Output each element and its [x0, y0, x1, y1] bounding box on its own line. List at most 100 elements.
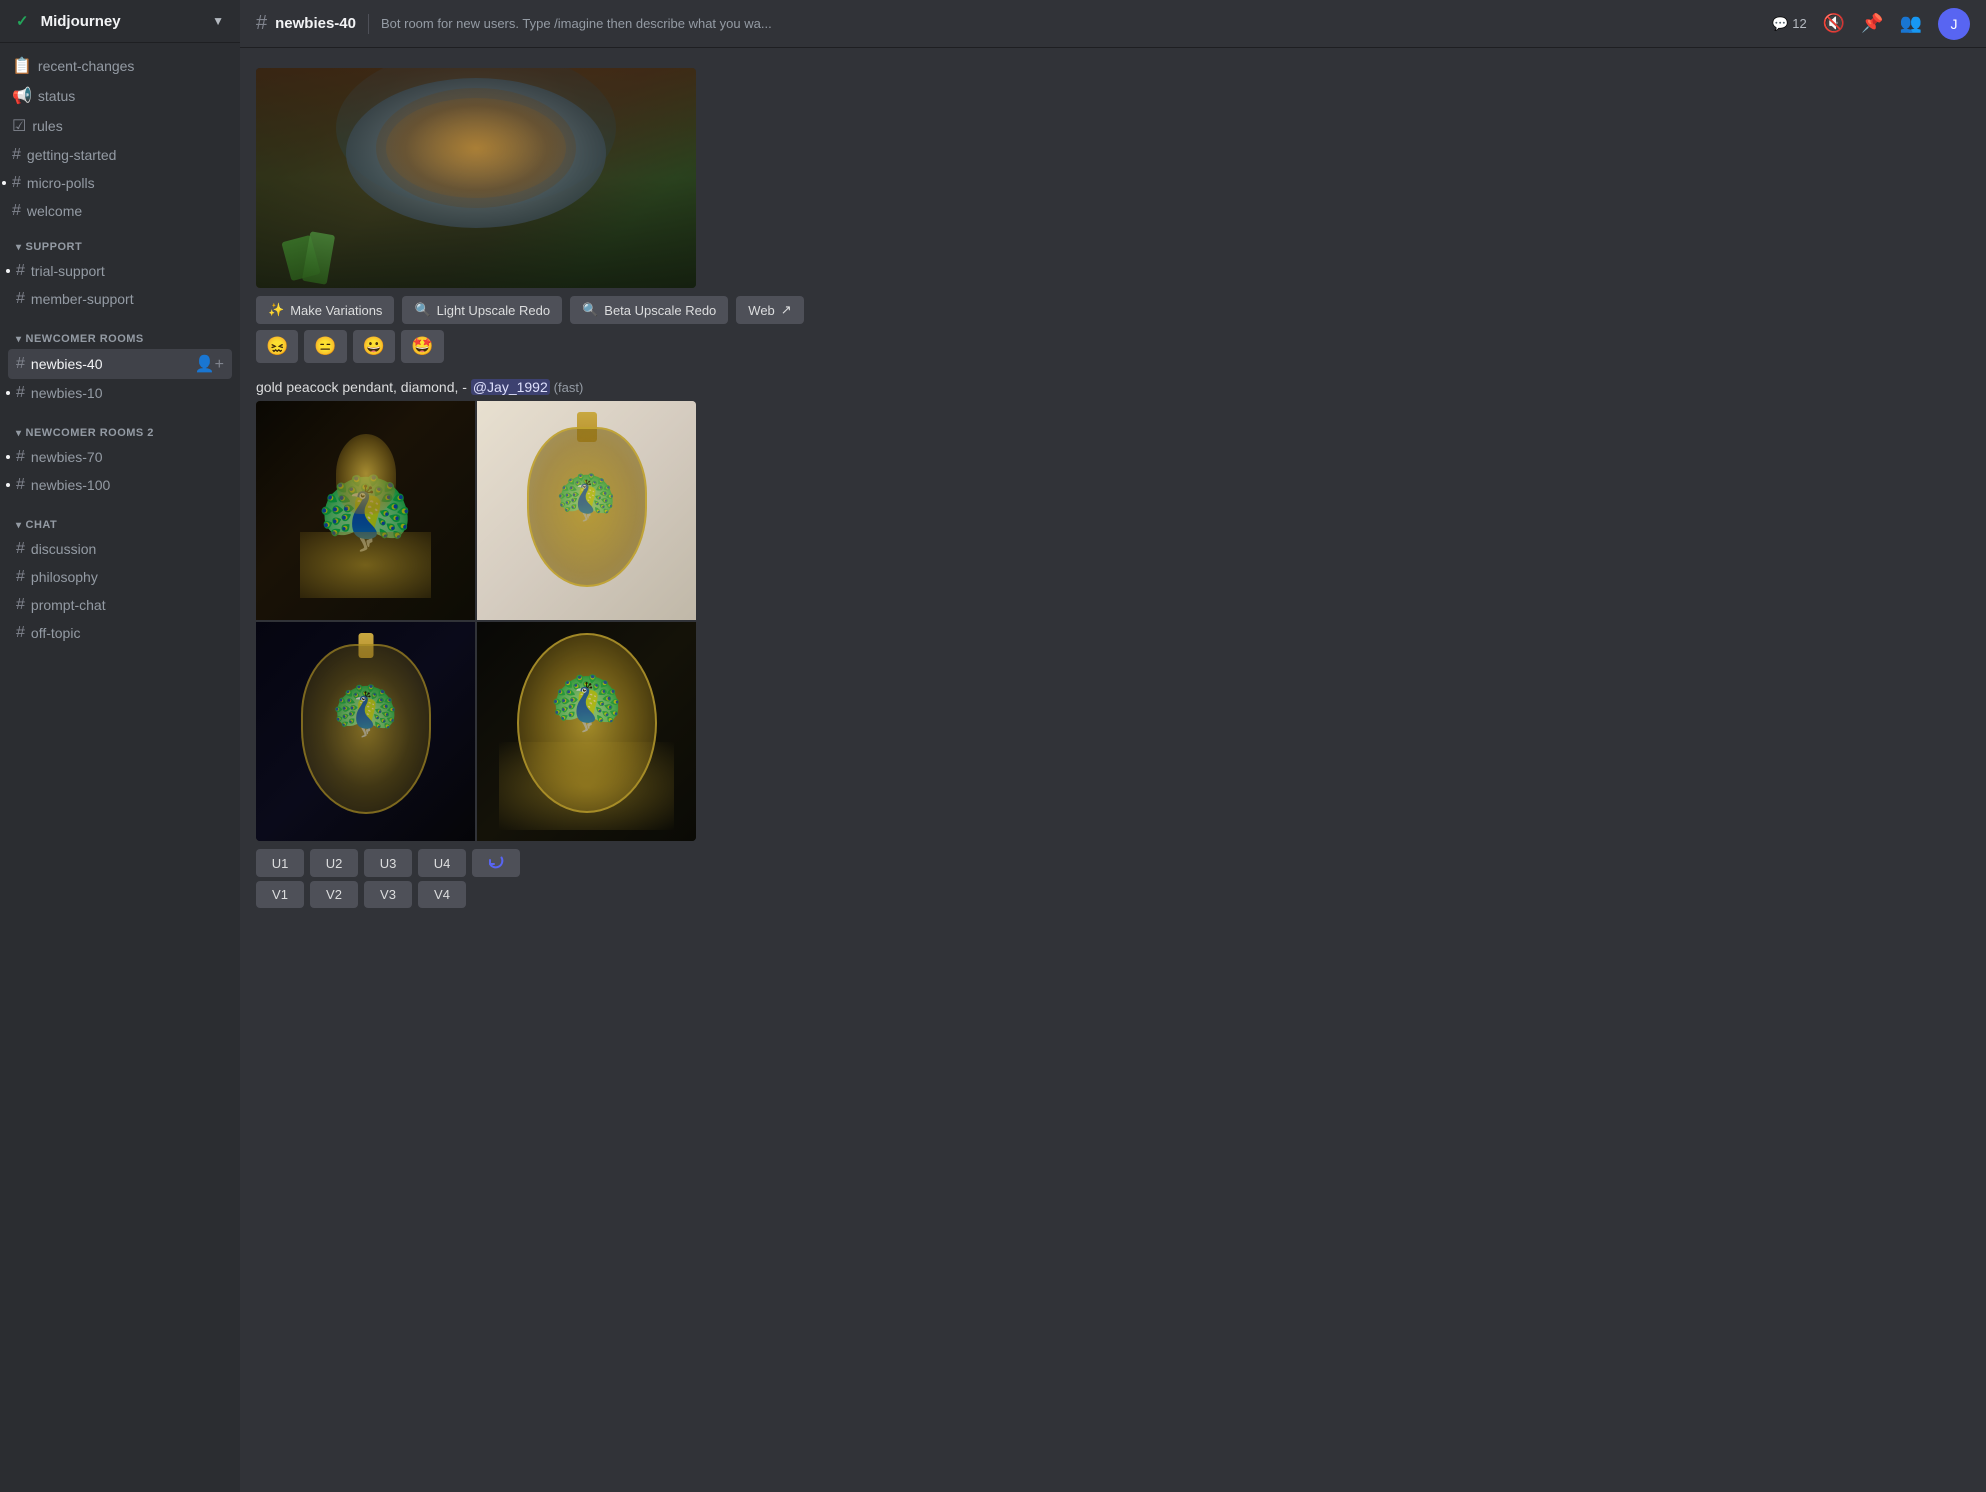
sidebar-item-getting-started[interactable]: # getting-started — [4, 141, 236, 169]
u4-button[interactable]: U4 — [418, 849, 466, 877]
sidebar-item-off-topic[interactable]: # off-topic — [8, 619, 232, 647]
v2-button[interactable]: V2 — [310, 881, 358, 908]
food-message-group: ✨ Make Variations 🔍 Light Upscale Redo 🔍… — [256, 64, 1970, 375]
web-button[interactable]: Web ↗ — [736, 296, 803, 324]
emoji-frustrated[interactable]: 😖 — [256, 330, 298, 363]
u2-button[interactable]: U2 — [310, 849, 358, 877]
sidebar-item-recent-changes[interactable]: 📋 recent-changes — [4, 51, 236, 81]
channel-label: trial-support — [31, 263, 105, 279]
chevron-down-icon: ▼ — [212, 14, 224, 28]
v1-button[interactable]: V1 — [256, 881, 304, 908]
sidebar-item-status[interactable]: 📢 status — [4, 81, 236, 111]
threads-button[interactable]: 💬 12 — [1772, 16, 1807, 32]
channel-label: newbies-70 — [31, 449, 103, 465]
sidebar-item-discussion[interactable]: # discussion — [8, 535, 232, 563]
channel-label: status — [38, 88, 75, 104]
chat-section-label[interactable]: ▾ CHAT — [8, 519, 232, 535]
action-buttons-row: ✨ Make Variations 🔍 Light Upscale Redo 🔍… — [256, 296, 1970, 324]
emoji-expressionless[interactable]: 😑 — [304, 330, 346, 363]
avatar[interactable]: J — [1938, 8, 1970, 40]
u3-button[interactable]: U3 — [364, 849, 412, 877]
topbar-channel-name: newbies-40 — [275, 15, 356, 32]
server-checkmark: ✓ — [16, 12, 29, 30]
sidebar-item-trial-support[interactable]: # trial-support — [8, 257, 232, 285]
rules-icon: ☑ — [12, 116, 26, 136]
v4-button[interactable]: V4 — [418, 881, 466, 908]
external-link-icon: ↗ — [781, 302, 792, 318]
newcomer-rooms2-label[interactable]: ▾ NEWCOMER ROOMS 2 — [8, 427, 232, 443]
channel-label: micro-polls — [27, 175, 95, 191]
members-icon[interactable]: 👥 — [1900, 13, 1922, 34]
hash-icon: # — [16, 596, 25, 614]
emoji-reactions-row: 😖 😑 😀 🤩 — [256, 330, 1970, 363]
sidebar-item-newbies-40[interactable]: # newbies-40 👤+ — [8, 349, 232, 379]
channel-label: prompt-chat — [31, 597, 106, 613]
hash-icon: # — [16, 290, 25, 308]
sidebar-item-prompt-chat[interactable]: # prompt-chat — [8, 591, 232, 619]
peacock-image-1: 🦚 — [256, 401, 475, 620]
sparkles-icon: ✨ — [268, 302, 284, 318]
sidebar-item-welcome[interactable]: # welcome — [4, 197, 236, 225]
sidebar-item-newbies-10[interactable]: # newbies-10 — [8, 379, 232, 407]
support-section: ▾ SUPPORT # trial-support # member-suppo… — [0, 225, 240, 317]
hash-icon: # — [16, 355, 25, 373]
top-channels: 📋 recent-changes 📢 status ☑ rules # gett… — [0, 43, 240, 225]
speed-badge: (fast) — [554, 380, 584, 395]
sidebar-item-newbies-100[interactable]: # newbies-100 — [8, 471, 232, 499]
peacock-image-2: 🦚 — [477, 401, 696, 620]
make-variations-label: Make Variations — [290, 303, 382, 318]
channel-label: rules — [32, 118, 62, 134]
server-name: Midjourney — [41, 13, 121, 30]
hash-icon: # — [16, 476, 25, 494]
topbar-divider — [368, 14, 369, 34]
refresh-button[interactable] — [472, 849, 520, 877]
separator: - — [462, 379, 471, 395]
add-member-icon[interactable]: 👤+ — [195, 354, 224, 374]
collapse-arrow-icon: ▾ — [16, 428, 22, 439]
v-buttons-row: V1 V2 V3 V4 — [256, 881, 1970, 908]
support-section-label[interactable]: ▾ SUPPORT — [8, 241, 232, 257]
collapse-arrow-icon: ▾ — [16, 334, 22, 345]
sidebar-item-micro-polls[interactable]: # micro-polls — [4, 169, 236, 197]
food-image-container — [256, 68, 696, 288]
hash-icon: # — [16, 568, 25, 586]
sidebar-item-rules[interactable]: ☑ rules — [4, 111, 236, 141]
sidebar-item-newbies-70[interactable]: # newbies-70 — [8, 443, 232, 471]
collapse-arrow-icon: ▾ — [16, 520, 22, 531]
sidebar-item-member-support[interactable]: # member-support — [8, 285, 232, 313]
hash-icon: # — [16, 448, 25, 466]
make-variations-button[interactable]: ✨ Make Variations — [256, 296, 394, 324]
u1-button[interactable]: U1 — [256, 849, 304, 877]
hash-icon: # — [12, 146, 21, 164]
server-header[interactable]: ✓ Midjourney ▼ — [0, 0, 240, 43]
pin-icon[interactable]: 📌 — [1861, 13, 1883, 34]
peacock-message-group: gold peacock pendant, diamond, - @Jay_19… — [256, 375, 1970, 916]
announcement-icon: 📋 — [12, 56, 32, 76]
emoji-heart-eyes[interactable]: 🤩 — [401, 330, 443, 363]
peacock-image-4: 🦚 — [477, 622, 696, 841]
user-mention[interactable]: @Jay_1992 — [471, 379, 550, 395]
channel-label: recent-changes — [38, 58, 135, 74]
messages-area: ✨ Make Variations 🔍 Light Upscale Redo 🔍… — [240, 48, 1986, 1492]
channel-label: newbies-40 — [31, 356, 103, 372]
newcomer-rooms-label[interactable]: ▾ NEWCOMER ROOMS — [8, 333, 232, 349]
emoji-grin[interactable]: 😀 — [353, 330, 395, 363]
beta-upscale-redo-button[interactable]: 🔍 Beta Upscale Redo — [570, 296, 728, 324]
mute-icon[interactable]: 🔇 — [1823, 13, 1845, 34]
newcomer-rooms2-section: ▾ NEWCOMER ROOMS 2 # newbies-70 # newbie… — [0, 411, 240, 503]
channel-label: newbies-10 — [31, 385, 103, 401]
channel-label: off-topic — [31, 625, 81, 641]
newcomer-rooms-section: ▾ NEWCOMER ROOMS # newbies-40 👤+ # newbi… — [0, 317, 240, 411]
light-upscale-redo-button[interactable]: 🔍 Light Upscale Redo — [402, 296, 562, 324]
main-content: # newbies-40 Bot room for new users. Typ… — [240, 0, 1986, 1492]
chat-section: ▾ CHAT # discussion # philosophy # promp… — [0, 503, 240, 651]
web-label: Web — [748, 303, 775, 318]
unread-dot — [6, 455, 10, 459]
sidebar-item-philosophy[interactable]: # philosophy — [8, 563, 232, 591]
hash-icon: # — [16, 384, 25, 402]
unread-dot — [6, 391, 10, 395]
unread-dot — [2, 181, 6, 185]
v3-button[interactable]: V3 — [364, 881, 412, 908]
channel-label: getting-started — [27, 147, 117, 163]
peacock-image-grid: 🦚 🦚 🦚 — [256, 401, 696, 841]
